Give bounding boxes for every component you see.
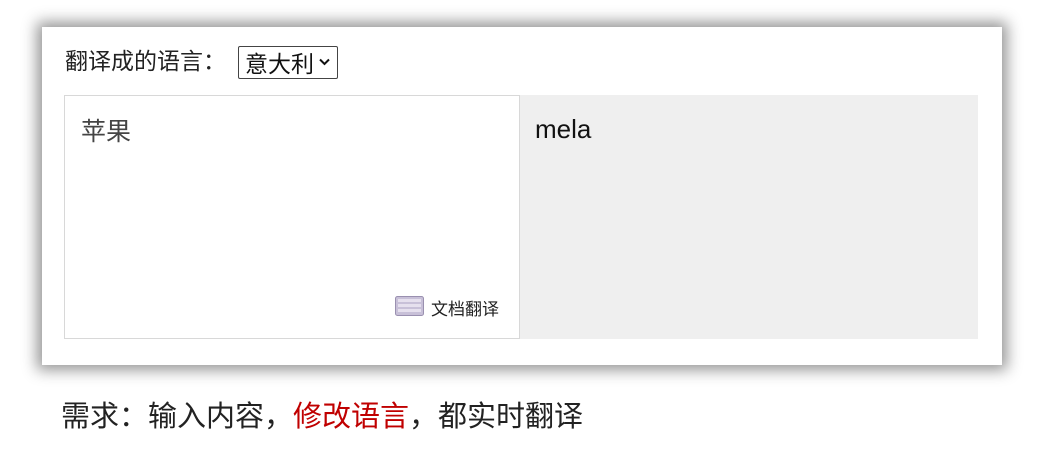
caption-highlight: 修改语言: [293, 399, 410, 433]
language-select[interactable]: 意大利: [238, 45, 338, 79]
document-translate-button[interactable]: 文档翻译: [395, 295, 499, 320]
caption-text-1: 需求：输入内容，: [61, 399, 294, 433]
source-panel: 苹果 文档翻译: [64, 95, 520, 339]
caption-text-2: ，都实时翻译: [409, 399, 584, 433]
requirement-caption: 需求：输入内容，修改语言，都实时翻译: [61, 393, 583, 435]
language-row: 翻译成的语言： 意大利: [65, 44, 338, 80]
chevron-down-icon: [318, 57, 331, 67]
translator-card: 翻译成的语言： 意大利 苹果 文档翻译 mela: [42, 27, 1002, 365]
document-translate-label: 文档翻译: [431, 300, 499, 320]
keyboard-icon: [395, 295, 424, 320]
source-input[interactable]: 苹果: [81, 112, 501, 262]
language-select-value: 意大利: [245, 52, 314, 78]
translation-result: mela: [535, 114, 592, 144]
result-panel: mela: [520, 95, 978, 339]
language-label: 翻译成的语言：: [65, 49, 226, 75]
translation-panels: 苹果 文档翻译 mela: [64, 95, 978, 339]
